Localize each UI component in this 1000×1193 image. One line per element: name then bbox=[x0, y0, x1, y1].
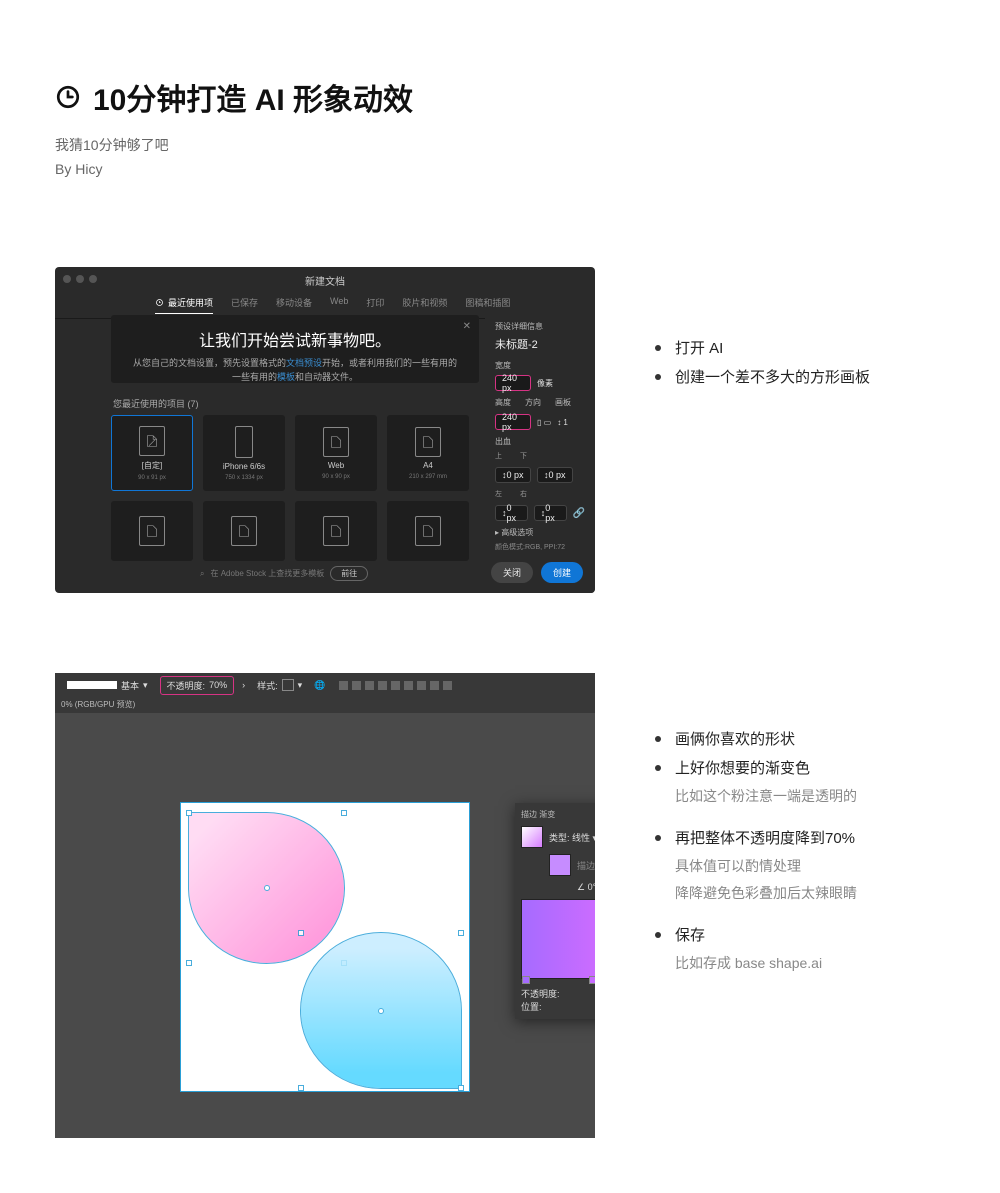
recent-label: 您最近使用的项目 (7) bbox=[113, 397, 199, 410]
preset-extra-2[interactable] bbox=[203, 501, 285, 561]
tab-saved[interactable]: 已保存 bbox=[231, 296, 258, 314]
go-button[interactable]: 前往 bbox=[330, 566, 368, 581]
note-item: 打开 AI bbox=[675, 337, 723, 358]
link-icon[interactable]: 🔗 bbox=[573, 508, 585, 519]
create-button[interactable]: 创建 bbox=[541, 562, 583, 583]
preset-iphone[interactable]: iPhone 6/6s750 x 1334 px bbox=[203, 415, 285, 491]
note-item: 保存 bbox=[675, 924, 705, 945]
unit[interactable]: 像素 bbox=[537, 378, 553, 389]
artboard[interactable] bbox=[181, 803, 469, 1091]
preset-extra-4[interactable] bbox=[387, 501, 469, 561]
dialog-title: 新建文档 bbox=[305, 273, 345, 288]
stock-search[interactable]: ⌕ 在 Adobe Stock 上查找更多模板 前往 bbox=[200, 566, 368, 581]
gradient-opacity[interactable]: 不透明度: bbox=[521, 987, 595, 1000]
preset-a4[interactable]: A4210 x 297 mm bbox=[387, 415, 469, 491]
note-sub: 比如存成 base shape.ai bbox=[675, 953, 945, 974]
note-sub: 具体值可以酌情处理 bbox=[675, 856, 945, 877]
figure-new-document: 新建文档 最近使用项 已保存 移动设备 Web 打印 胶片和视频 图稿和插图 ✕… bbox=[55, 267, 595, 593]
height-input[interactable]: 240 px bbox=[495, 414, 531, 430]
shape-pink[interactable] bbox=[189, 813, 344, 963]
page-title: 10分钟打造 AI 形象动效 bbox=[93, 75, 413, 119]
shape-blue[interactable] bbox=[301, 933, 461, 1088]
close-icon[interactable]: ✕ bbox=[463, 321, 471, 332]
notes-section-2: 画俩你喜欢的形状上好你想要的渐变色比如这个粉注意一端是透明的再把整体不透明度降到… bbox=[655, 673, 945, 994]
width-input[interactable]: 240 px bbox=[495, 375, 531, 391]
note-item: 创建一个差不多大的方形画板 bbox=[675, 366, 870, 387]
note-item: 上好你想要的渐变色 bbox=[675, 757, 810, 778]
style-control[interactable]: 样式: ▾ bbox=[253, 679, 306, 692]
note-sub: 降降避免色彩叠加后太辣眼睛 bbox=[675, 883, 945, 904]
tab-film[interactable]: 胶片和视频 bbox=[402, 296, 447, 314]
preset-custom[interactable]: [自定]90 x 91 px bbox=[111, 415, 193, 491]
note-sub: 比如这个粉注意一端是透明的 bbox=[675, 786, 945, 807]
subtitle: 我猜10分钟够了吧 bbox=[55, 135, 945, 155]
toolbar: 基本 ▾ 不透明度:70% › 样式: ▾ 🌐 bbox=[55, 673, 595, 697]
window-traffic-lights bbox=[63, 275, 97, 283]
close-button[interactable]: 关闭 bbox=[491, 562, 533, 583]
note-item: 再把整体不透明度降到70% bbox=[675, 827, 855, 848]
globe-icon[interactable]: 🌐 bbox=[314, 680, 325, 691]
banner-headline: 让我们开始尝试新事物吧。 bbox=[127, 327, 463, 351]
tab-art[interactable]: 图稿和插图 bbox=[465, 296, 510, 314]
notes-section-1: 打开 AI 创建一个差不多大的方形画板 bbox=[655, 267, 945, 395]
gradient-preview[interactable] bbox=[521, 899, 595, 979]
preset-extra-3[interactable] bbox=[295, 501, 377, 561]
byline: By Hicy bbox=[55, 161, 945, 177]
doc-name[interactable]: 未标题-2 bbox=[495, 336, 585, 352]
preset-details-panel: 预设详细信息 未标题-2 宽度 240 px 像素 高度 方向 画板 240 p… bbox=[485, 315, 595, 593]
preset-extra-1[interactable] bbox=[111, 501, 193, 561]
tab-recent[interactable]: 最近使用项 bbox=[155, 296, 213, 314]
preset-grid: [自定]90 x 91 px iPhone 6/6s750 x 1334 px … bbox=[111, 415, 481, 561]
orientation-icon[interactable]: ▯ ▭ bbox=[537, 418, 551, 427]
tab-print[interactable]: 打印 bbox=[366, 296, 384, 314]
banner-subtext: 从您自己的文档设置，预先设置格式的文档预设开始，或者利用我们的一些有用的一些有用… bbox=[127, 357, 463, 384]
gradient-type[interactable]: 线性 bbox=[572, 833, 590, 843]
gradient-position[interactable]: 位置: bbox=[521, 1000, 595, 1013]
gradient-swatch[interactable] bbox=[521, 826, 543, 848]
gradient-swatch-2[interactable] bbox=[549, 854, 571, 876]
preset-web[interactable]: Web90 x 90 px bbox=[295, 415, 377, 491]
figure-canvas: 基本 ▾ 不透明度:70% › 样式: ▾ 🌐 0% (RGB/GPU 预览) bbox=[55, 673, 595, 1138]
clock-icon bbox=[55, 84, 81, 110]
tab-web[interactable]: Web bbox=[330, 296, 348, 314]
welcome-banner: ✕ 让我们开始尝试新事物吧。 从您自己的文档设置，预先设置格式的文档预设开始，或… bbox=[111, 315, 479, 383]
opacity-control[interactable]: 不透明度:70% bbox=[160, 676, 235, 695]
gradient-panel[interactable]: 描边 渐变 类型: 线性 ▾ 描边: ∠ 0° ▾ bbox=[515, 803, 595, 1019]
search-icon: ⌕ bbox=[200, 569, 204, 579]
note-item: 画俩你喜欢的形状 bbox=[675, 728, 795, 749]
status-bar: 0% (RGB/GPU 预览) bbox=[55, 697, 595, 713]
tab-mobile[interactable]: 移动设备 bbox=[276, 296, 312, 314]
